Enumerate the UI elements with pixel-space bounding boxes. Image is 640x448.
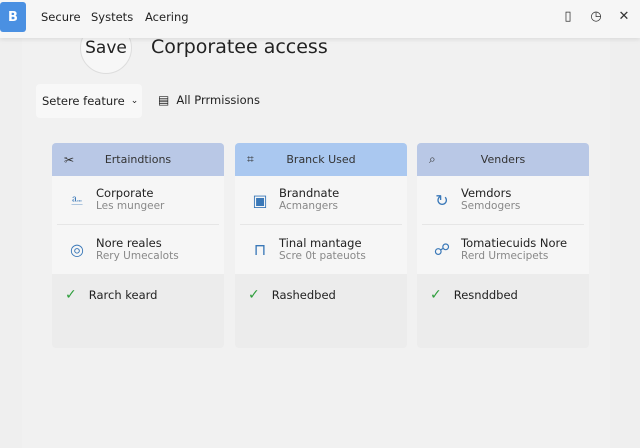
list-item[interactable]: ⎁ Corporate Les mungeer [57,176,219,225]
network-icon: ☍ [433,240,451,259]
item-subtitle: Acmangers [279,200,339,212]
footer-label: Resnddbed [453,288,518,302]
refresh-icon: ↻ [435,190,449,210]
card-header-label: Branck Used [286,153,356,166]
calendar-icon: ▤ [158,93,170,107]
feature-select[interactable]: Setere feature ⌄ [36,84,142,118]
card-header[interactable]: ⌕ Venders [417,143,589,176]
app-logo[interactable]: B [0,2,26,32]
all-permissions-label: All Prrmissions [176,93,260,107]
card-header-label: Ertaindtions [104,153,172,166]
pillars-icon: ⊓ [253,240,267,259]
item-subtitle: Semdogers [461,200,521,212]
top-bar: B Secure Systets Acering ▯ ◷ ✕ [0,0,640,38]
list-item[interactable]: ↻ Vemdors Semdogers [422,176,584,225]
card-footer: ✓ Rarch keard [52,274,224,303]
nav-secure[interactable]: Secure [41,10,81,24]
nav-acering[interactable]: Acering [145,10,189,24]
permission-card: ⌕ Venders ↻ Vemdors Semdogers ☍ Tomatiec… [417,143,589,348]
clipboard-icon[interactable]: ▯ [561,9,575,24]
item-subtitle: Les mungeer [96,200,165,212]
inbox-icon: ⎁ [70,190,84,209]
card-header[interactable]: ⌗ Branck Used [235,143,407,176]
item-title: Corporate [96,186,154,200]
item-subtitle: Scre 0t pateuots [279,249,366,262]
footer-label: Rashedbed [271,288,336,302]
check-icon: ✓ [430,287,442,303]
card-header[interactable]: ✂ Ertaindtions [52,143,224,176]
card-header-label: Venders [480,153,526,166]
item-title: Vemdors [461,186,512,200]
list-item[interactable]: ◎ Nore reales Rery Umecalots [57,225,219,274]
clock-icon[interactable]: ◷ [589,9,603,24]
all-permissions-link[interactable]: ▤ All Prrmissions [158,93,260,107]
page-title: Corporatee access [151,36,328,58]
list-item[interactable]: ☍ Tomatiecuids Nore Rerd Urmecipets [422,225,584,274]
item-subtitle: Rery Umecalots [96,249,179,262]
nav-systets[interactable]: Systets [91,10,133,24]
tools-icon: ✂ [64,152,75,167]
image-icon: ▣ [252,190,268,210]
item-title: Tomatiecuids Nore [461,235,568,250]
badge-icon: ◎ [70,240,84,259]
permission-card: ⌗ Branck Used ▣ Brandnate Acmangers ⊓ Ti… [235,143,407,348]
search-icon: ⌕ [429,152,436,166]
permission-card: ✂ Ertaindtions ⎁ Corporate Les mungeer ◎… [52,143,224,348]
item-title: Tinal mantage [279,235,362,250]
list-item[interactable]: ▣ Brandnate Acmangers [240,176,402,225]
item-subtitle: Rerd Urmecipets [461,249,549,262]
check-icon: ✓ [248,287,260,303]
list-item[interactable]: ⊓ Tinal mantage Scre 0t pateuots [240,225,402,274]
item-title: Brandnate [279,186,340,200]
feature-select-value: Setere feature [42,94,125,108]
chevron-down-icon: ⌄ [130,96,139,106]
card-footer: ✓ Rashedbed [235,274,407,303]
crop-icon: ⌗ [247,152,254,166]
card-footer: ✓ Resnddbed [417,274,589,303]
check-icon: ✓ [65,287,77,303]
item-title: Nore reales [96,235,162,250]
footer-label: Rarch keard [88,288,158,302]
close-icon[interactable]: ✕ [617,9,631,24]
